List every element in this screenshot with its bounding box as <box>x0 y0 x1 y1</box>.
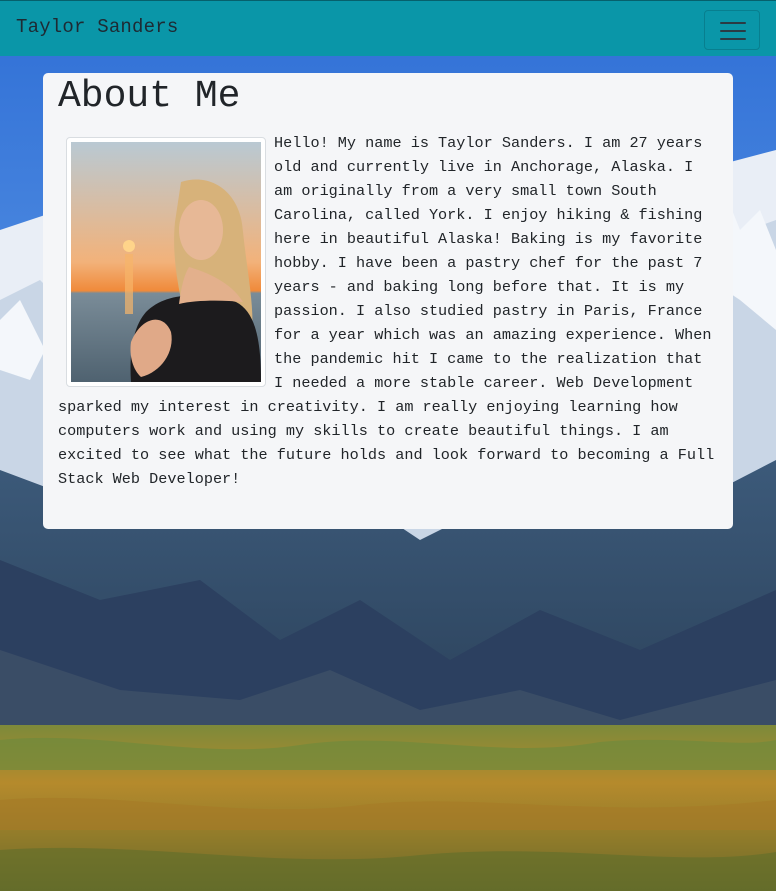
hamburger-menu-icon <box>720 22 746 40</box>
about-heading: About Me <box>58 75 241 118</box>
brand-name-link[interactable]: Taylor Sanders <box>16 16 178 38</box>
profile-photo <box>66 137 266 387</box>
navbar-toggle-button[interactable] <box>704 10 760 50</box>
about-card: About Me Hello! My name is Taylor Sander… <box>43 73 733 529</box>
about-bio: Hello! My name is Taylor Sanders. I am 2… <box>58 131 718 491</box>
top-navbar: Taylor Sanders <box>0 0 776 56</box>
